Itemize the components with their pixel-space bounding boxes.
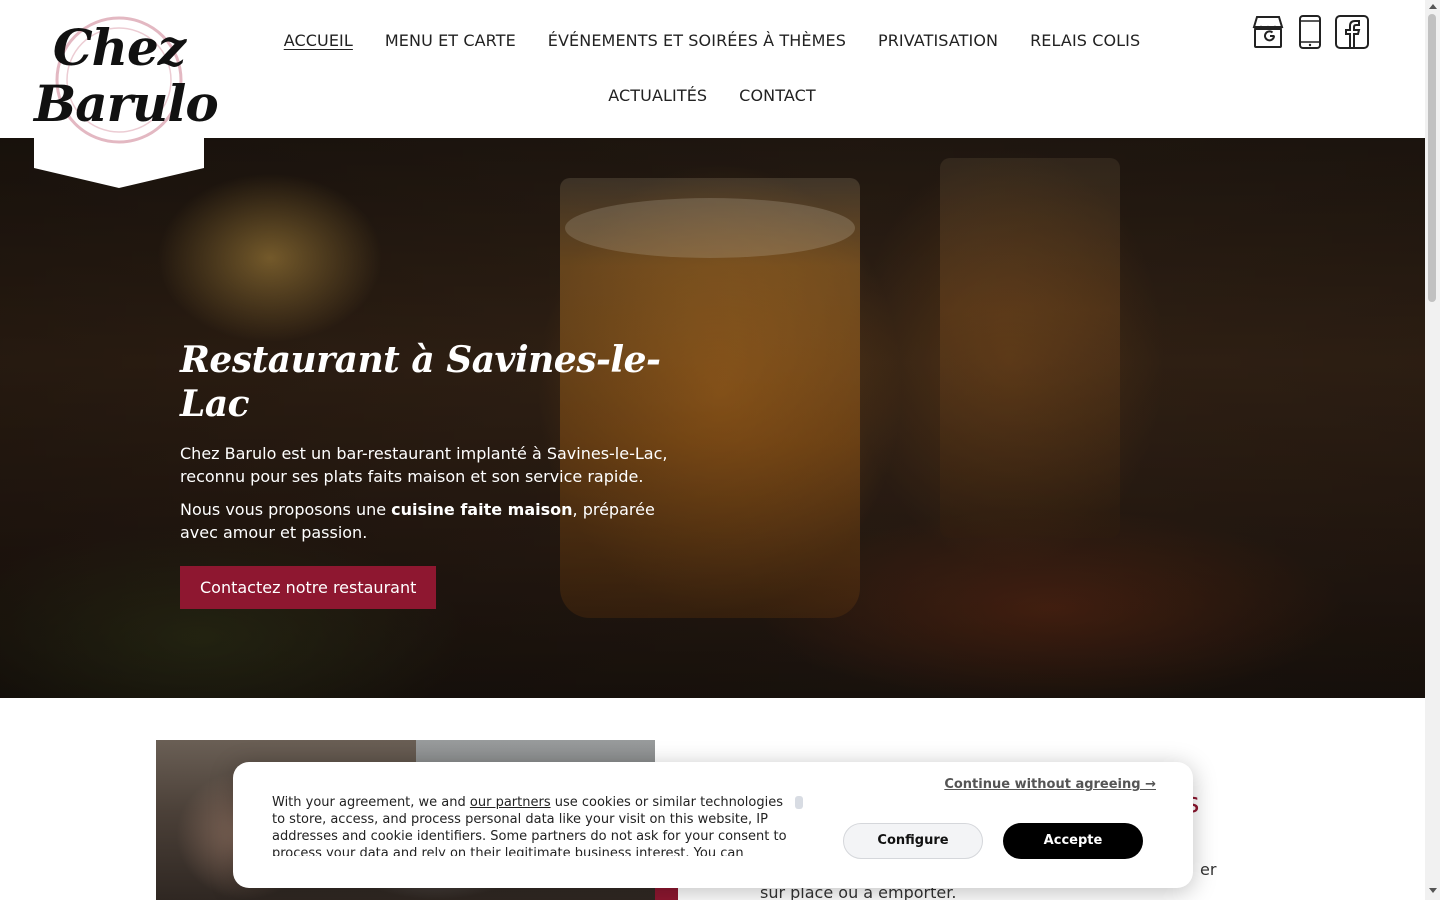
nav-row-1: ACCUEIL MENU ET CARTE ÉVÉNEMENTS ET SOIR… — [262, 22, 1162, 58]
hero-paragraph-2: Nous vous proposons une cuisine faite ma… — [180, 498, 680, 544]
logo-line-1: Chez — [52, 18, 186, 77]
hero-p2-strong: cuisine faite maison — [391, 500, 573, 519]
accept-button[interactable]: Accepte — [1003, 823, 1143, 859]
logo-wordmark: Chez Barulo — [34, 18, 219, 133]
nav-item-privatisation[interactable]: PRIVATISATION — [862, 31, 1014, 50]
hero-banner: Restaurant à Savines-le-Lac Chez Barulo … — [0, 138, 1425, 698]
cookie-text-start: With your agreement, we and — [272, 795, 470, 810]
hero-content: Restaurant à Savines-le-Lac Chez Barulo … — [180, 338, 680, 609]
cookie-consent-banner: With your agreement, we and our partners… — [233, 762, 1193, 888]
nav-item-evenements[interactable]: ÉVÉNEMENTS ET SOIRÉES À THÈMES — [532, 31, 862, 50]
nav-item-contact[interactable]: CONTACT — [723, 86, 832, 105]
page-scrollbar[interactable] — [1425, 0, 1440, 900]
scroll-up-arrow-icon[interactable] — [1429, 4, 1437, 9]
section-text-line-1: er — [1200, 860, 1217, 879]
phone-icon[interactable] — [1292, 13, 1328, 51]
nav-item-relais-colis[interactable]: RELAIS COLIS — [1014, 31, 1156, 50]
cookie-consent-text: With your agreement, we and our partners… — [272, 794, 792, 856]
hero-p2-start: Nous vous proposons une — [180, 500, 392, 519]
main-nav: ACCUEIL MENU ET CARTE ÉVÉNEMENTS ET SOIR… — [262, 22, 1162, 113]
cookie-text-scrollbar[interactable] — [795, 796, 803, 809]
nav-row-2: ACTUALITÉS CONTACT — [262, 77, 1162, 113]
nav-item-accueil[interactable]: ACCUEIL — [268, 31, 369, 50]
hero-title: Restaurant à Savines-le-Lac — [180, 339, 661, 425]
partners-link[interactable]: our partners — [470, 795, 551, 810]
nav-item-actualites[interactable]: ACTUALITÉS — [592, 86, 723, 105]
nav-item-menu-et-carte[interactable]: MENU ET CARTE — [369, 31, 532, 50]
configure-button[interactable]: Configure — [843, 823, 983, 859]
continue-without-agreeing-link[interactable]: Continue without agreeing → — [944, 777, 1156, 792]
facebook-icon[interactable] — [1334, 13, 1370, 51]
social-links — [1250, 13, 1370, 51]
scrollbar-thumb[interactable] — [1428, 14, 1436, 302]
logo-line-2: Barulo — [34, 74, 219, 133]
google-business-icon[interactable] — [1250, 13, 1286, 51]
scroll-down-arrow-icon[interactable] — [1429, 888, 1437, 893]
hero-paragraph-1: Chez Barulo est un bar-restaurant implan… — [180, 444, 668, 486]
contact-restaurant-button[interactable]: Contactez notre restaurant — [180, 566, 437, 609]
site-logo[interactable]: Chez Barulo — [34, 8, 219, 188]
